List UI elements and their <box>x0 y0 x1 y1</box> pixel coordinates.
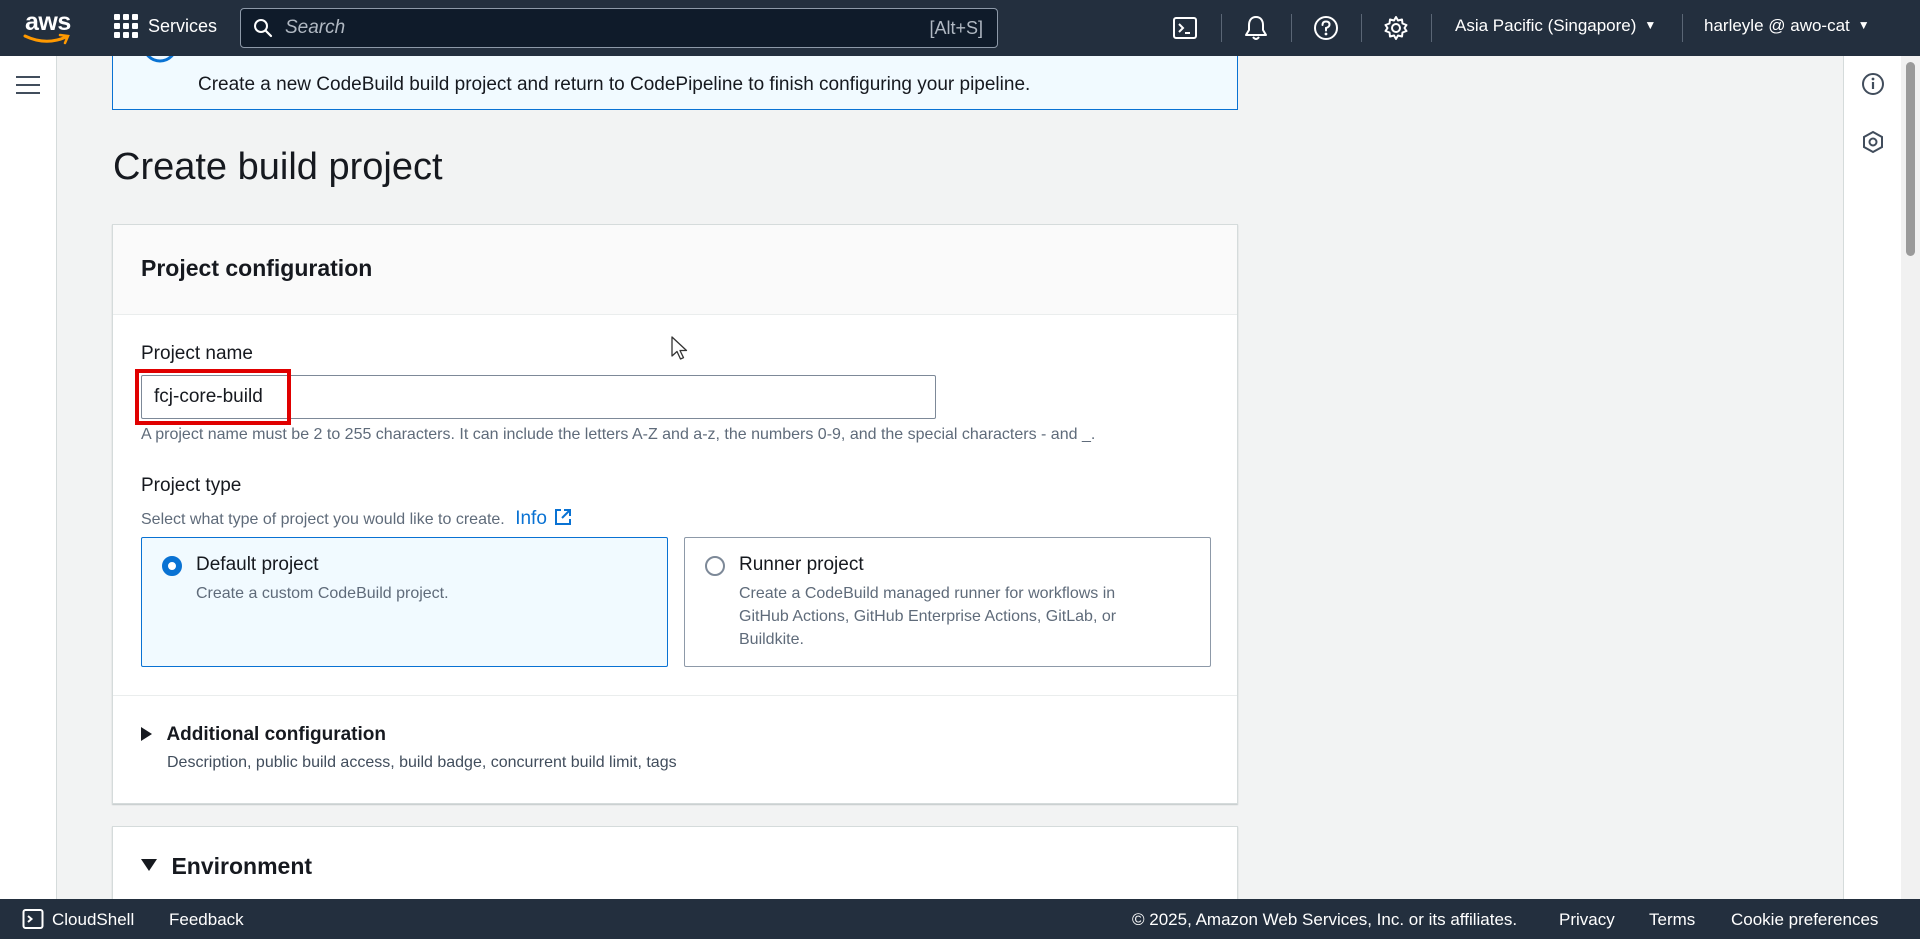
help-icon[interactable] <box>1312 14 1340 42</box>
default-project-radio[interactable] <box>162 556 182 576</box>
info-link[interactable]: Info <box>515 508 573 529</box>
feedback-link[interactable]: Feedback <box>169 910 244 930</box>
tile-description: Create a CodeBuild managed runner for wo… <box>739 585 1117 648</box>
project-type-tiles: Default project Create a custom CodeBuil… <box>141 537 1211 667</box>
environment-header: Environment <box>171 853 313 879</box>
info-circle-icon <box>146 56 174 63</box>
services-label: Services <box>148 15 218 36</box>
caret-down-icon <box>141 859 157 871</box>
search-icon <box>254 19 273 38</box>
flash-message: Create a new CodeBuild build project and… <box>198 74 1031 95</box>
gear-icon[interactable] <box>1382 14 1410 42</box>
project-configuration-panel: Project configuration Project name A pro… <box>112 224 1238 804</box>
search-input[interactable] <box>283 16 930 40</box>
caret-down-icon: ▼ <box>1644 18 1657 32</box>
caret-down-icon: ▼ <box>1857 18 1870 32</box>
console-footer: CloudShell Feedback © 2025, Amazon Web S… <box>0 899 1920 939</box>
info-icon[interactable] <box>1861 72 1885 96</box>
additional-configuration-title: Additional configuration <box>166 724 386 745</box>
menu-hamburger-icon[interactable] <box>16 76 40 96</box>
page-scrollbar[interactable] <box>1901 56 1920 899</box>
cloudshell-link[interactable]: CloudShell <box>52 910 134 930</box>
account-menu[interactable]: harleyle @ awo-cat ▼ <box>1704 16 1870 36</box>
hexagon-icon[interactable] <box>1861 130 1885 154</box>
terms-link[interactable]: Terms <box>1649 910 1695 930</box>
services-menu-button[interactable]: Services <box>114 14 217 38</box>
environment-panel: Environment <box>112 826 1238 899</box>
page-title: Create build project <box>113 146 443 188</box>
additional-configuration-expander[interactable]: Additional configuration <box>141 724 386 746</box>
external-link-icon <box>554 509 571 525</box>
info-flash-banner: Create a new CodeBuild build project and… <box>112 56 1238 110</box>
runner-project-radio[interactable] <box>705 556 725 576</box>
project-type-hint: Select what type of project you would li… <box>141 511 505 528</box>
account-label: harleyle @ awo-cat <box>1704 16 1850 35</box>
aws-logo[interactable]: aws <box>22 8 74 46</box>
privacy-link[interactable]: Privacy <box>1559 910 1615 930</box>
default-project-tile[interactable]: Default project Create a custom CodeBuil… <box>141 537 668 667</box>
aws-smile-icon <box>23 33 70 45</box>
cloudshell-icon[interactable] <box>1171 14 1199 42</box>
project-type-hint-row: Select what type of project you would li… <box>141 507 573 530</box>
right-utility-rail <box>1843 56 1902 899</box>
left-navigation-rail <box>0 56 57 899</box>
cookie-preferences-link[interactable]: Cookie preferences <box>1731 910 1878 930</box>
top-navigation: aws Services [Alt+S] <box>0 0 1920 56</box>
region-label: Asia Pacific (Singapore) <box>1455 16 1637 35</box>
info-link-label: Info <box>515 508 547 529</box>
project-name-input[interactable] <box>141 375 936 419</box>
environment-expander[interactable]: Environment <box>141 853 312 880</box>
main-content: Create a new CodeBuild build project and… <box>57 56 1843 899</box>
cloudshell-icon[interactable] <box>22 908 44 930</box>
project-name-label: Project name <box>141 343 253 364</box>
tile-title: Runner project <box>739 554 864 575</box>
global-search[interactable]: [Alt+S] <box>240 8 998 48</box>
search-shortcut-hint: [Alt+S] <box>929 17 983 38</box>
project-type-label: Project type <box>141 475 242 496</box>
region-selector[interactable]: Asia Pacific (Singapore) ▼ <box>1455 16 1656 36</box>
project-name-hint: A project name must be 2 to 255 characte… <box>141 426 1096 443</box>
copyright-text: © 2025, Amazon Web Services, Inc. or its… <box>1132 910 1518 929</box>
section-divider <box>113 695 1237 696</box>
additional-configuration-description: Description, public build access, build … <box>167 754 677 771</box>
caret-right-icon <box>141 727 152 741</box>
bell-icon[interactable] <box>1242 14 1270 42</box>
runner-project-tile[interactable]: Runner project Create a CodeBuild manage… <box>684 537 1211 667</box>
project-configuration-header: Project configuration <box>113 225 1237 315</box>
mouse-cursor-icon <box>671 336 688 360</box>
scrollbar-thumb[interactable] <box>1906 62 1915 256</box>
tile-title: Default project <box>196 554 319 575</box>
services-grid-icon <box>114 14 138 38</box>
tile-description: Create a custom CodeBuild project. <box>196 585 449 602</box>
